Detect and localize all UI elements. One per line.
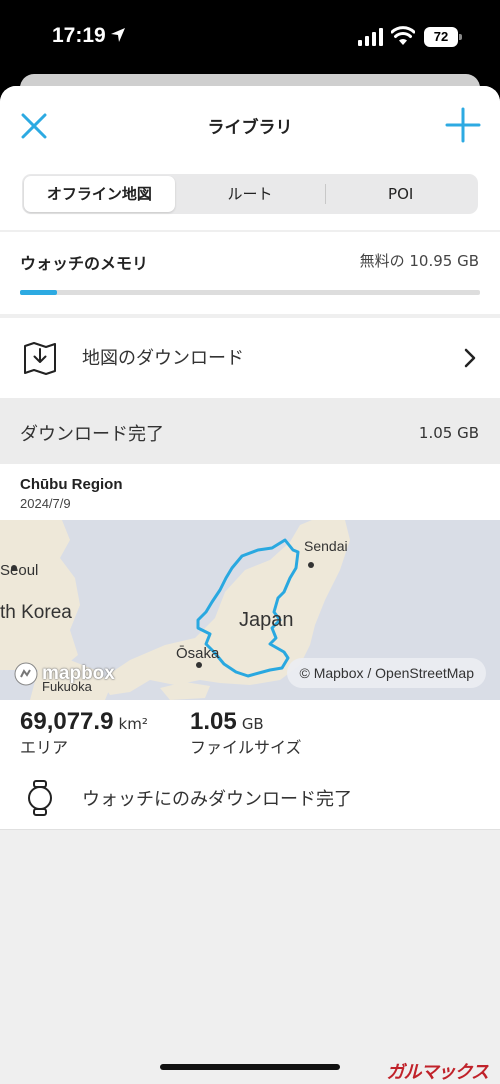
map-attribution[interactable]: © Mapbox / OpenStreetMap [287,658,486,688]
region-card[interactable]: Chūbu Region 2024/7/9 Sendai Seoul th Ko… [0,464,500,830]
file-size-label: ファイルサイズ [190,738,302,757]
mapbox-icon [14,662,38,686]
status-bar: 17:19 72 [0,0,500,76]
download-maps-label: 地図のダウンロード [82,348,244,369]
memory-label: ウォッチのメモリ [20,254,149,273]
korea-label: th Korea [0,602,72,623]
file-size-value: 1.05 [190,708,237,735]
home-indicator[interactable] [160,1064,340,1070]
segment-divider [325,184,326,204]
watch-memory-section: ウォッチのメモリ 無料の 10.95 GB [0,232,500,314]
header: ライブラリ [0,86,500,162]
watch-icon [24,780,56,816]
region-name: Chūbu Region [20,476,123,493]
memory-progress-fill [20,290,57,295]
file-size-stat: 1.05 GB ファイルサイズ [190,708,302,758]
korea-landmass [0,520,80,670]
status-time: 17:19 [52,24,106,47]
area-value: 69,077.9 [20,708,114,735]
library-sheet: ライブラリ オフライン地図 ルート POI ウォッチのメモリ 無料の 10.95… [0,86,500,1084]
osaka-label: Ōsaka [176,645,220,662]
add-button[interactable] [444,106,482,144]
map-download-icon [22,340,58,376]
downloaded-label: ダウンロード完了 [20,424,164,445]
tab-offline-maps[interactable]: オフライン地図 [24,176,175,212]
tab-bar-container: オフライン地図 ルート POI [0,162,500,230]
tab-routes[interactable]: ルート [175,176,326,212]
segmented-control: オフライン地図 ルート POI [22,174,478,214]
downloaded-section-header: ダウンロード完了 1.05 GB [0,398,500,464]
cellular-signal-icon [358,28,384,50]
watch-status-row: ウォッチにのみダウンロード完了 [0,770,500,826]
memory-free-text: 無料の 10.95 GB [359,252,479,270]
file-size-unit: GB [241,715,264,733]
download-maps-row[interactable]: 地図のダウンロード [0,318,500,398]
mapbox-text: mapbox [42,663,115,684]
memory-progress-bar [20,290,480,295]
area-label: エリア [20,738,69,757]
plus-icon [445,107,481,143]
area-stat: 69,077.9 km² エリア [20,708,148,758]
wifi-icon [390,26,416,50]
shikoku-landmass [160,682,210,700]
japan-label: Japan [239,609,294,631]
chevron-right-icon [464,348,476,368]
watermark-logo: ガルマックス [386,1062,489,1083]
seoul-label: Seoul [0,562,38,579]
sendai-label: Sendai [304,538,348,554]
battery-icon: 72 [424,27,462,47]
osaka-marker [196,662,202,668]
page-title: ライブラリ [207,118,293,138]
location-arrow-icon [110,27,126,47]
watch-status-label: ウォッチにのみダウンロード完了 [82,789,352,810]
tab-poi[interactable]: POI [325,176,476,212]
divider [0,829,500,830]
downloaded-total-size: 1.05 GB [418,424,479,442]
area-unit: km² [118,715,148,733]
mapbox-logo: mapbox [14,660,115,688]
region-date: 2024/7/9 [20,496,71,511]
region-map[interactable]: Sendai Seoul th Korea Japan Ōsaka Fukuok… [0,520,500,700]
sendai-marker [308,562,314,568]
